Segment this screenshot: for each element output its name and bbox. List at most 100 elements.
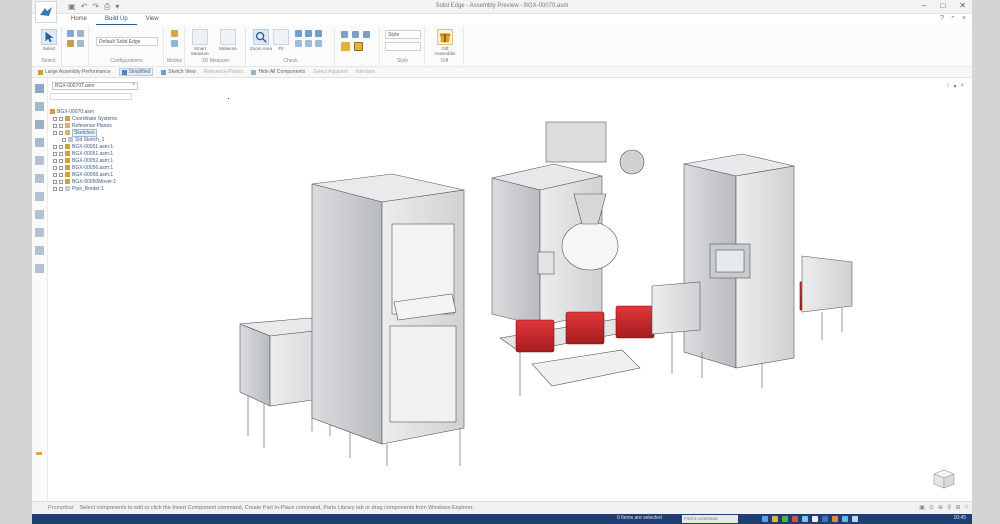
close-button[interactable]: ✕ [959, 1, 966, 10]
taskbar-app-icon[interactable] [832, 516, 838, 522]
visibility-checkbox[interactable] [59, 165, 63, 170]
expand-icon[interactable] [53, 165, 57, 170]
large-assembly-performance-button[interactable]: Large Assembly Performance [38, 69, 111, 75]
mode-icon[interactable] [171, 30, 178, 37]
tree-node-component[interactable]: BGX-00050Mover:1 [53, 178, 116, 185]
mode-icon-2[interactable] [171, 40, 178, 47]
visibility-checkbox[interactable] [59, 123, 63, 128]
shaded-edges-icon[interactable] [354, 42, 363, 51]
select-adjacent-button[interactable]: Select Adjacent [313, 69, 347, 75]
sketch-view-button[interactable]: Sketch View [161, 69, 196, 75]
taskbar-app-icon[interactable] [772, 516, 778, 522]
tool-icon-1[interactable] [67, 30, 74, 37]
tree-node-coordinate-systems[interactable]: Coordinate Systems [53, 115, 117, 122]
tab-view[interactable]: View [137, 15, 168, 25]
canvas-close-icon[interactable]: × [960, 83, 964, 90]
visibility-checkbox[interactable] [62, 137, 66, 142]
view-icon-3[interactable] [315, 40, 322, 47]
taskbar-app-icon[interactable] [812, 516, 818, 522]
fit-tool-icon[interactable]: ⊞ [955, 504, 960, 511]
interface-button[interactable]: Interface [356, 69, 375, 75]
expand-icon[interactable] [53, 158, 57, 163]
view-cube-icon[interactable] [930, 466, 958, 490]
split-icon[interactable]: ↕ [946, 83, 949, 90]
views-icon[interactable] [35, 228, 44, 237]
view-tool-icon-1[interactable]: ▣ [919, 504, 925, 511]
smart-measure-button[interactable] [192, 29, 208, 45]
taskbar-app-icon[interactable] [842, 516, 848, 522]
taskbar-app-icon[interactable] [782, 516, 788, 522]
tool-icon-2[interactable] [77, 30, 84, 37]
visibility-checkbox[interactable] [59, 186, 63, 191]
teamcenter-icon[interactable] [35, 210, 44, 219]
taskbar-app-icon[interactable] [822, 516, 828, 522]
expand-icon[interactable] [53, 123, 57, 128]
expand-icon[interactable] [53, 144, 57, 149]
tree-node-sketches[interactable]: Sketches [53, 128, 97, 137]
visibility-checkbox[interactable] [59, 158, 63, 163]
visibility-checkbox[interactable] [59, 172, 63, 177]
expand-icon[interactable] [53, 179, 57, 184]
view-front-icon[interactable] [352, 31, 359, 38]
tree-node-component[interactable]: BGX-00051.asm:1 [53, 143, 113, 150]
tree-node-root[interactable]: BGX-00070.asm [50, 108, 94, 115]
simplified-button[interactable]: Simplified [118, 68, 154, 76]
visibility-checkbox[interactable] [59, 130, 63, 135]
spin-icon[interactable] [315, 30, 322, 37]
hide-all-components-button[interactable]: Hide All Components [251, 69, 305, 75]
view-icon-1[interactable] [295, 40, 302, 47]
visibility-checkbox[interactable] [59, 116, 63, 121]
expand-icon[interactable] [53, 186, 57, 191]
minimize-button[interactable]: – [922, 1, 926, 10]
expand-icon[interactable] [53, 130, 57, 135]
tool-icon-4[interactable] [77, 40, 84, 47]
gift-assembler-button[interactable] [437, 29, 453, 45]
expand-icon[interactable] [53, 172, 57, 177]
feature-library-icon[interactable] [35, 156, 44, 165]
tree-node-component[interactable]: BGX-00058.asm:1 [53, 171, 113, 178]
pathfinder-search-input[interactable] [50, 93, 132, 100]
tree-node-component[interactable]: BGX-00052.asm:1 [53, 157, 113, 164]
style-combo[interactable]: Style [385, 30, 421, 39]
rotate-icon[interactable] [295, 30, 302, 37]
search-tool-icon[interactable]: ⚲ [947, 504, 951, 511]
pathfinder-tab[interactable]: BGX-00070T.asm × [52, 82, 138, 90]
tree-node-component[interactable]: Pipe_Border:1 [53, 185, 104, 192]
reference-planes-button[interactable]: Reference Planes [204, 69, 244, 75]
style-combo-2[interactable] [385, 42, 421, 51]
select-button[interactable] [41, 29, 57, 45]
canvas-dropdown-icon[interactable]: ▾ [953, 83, 956, 90]
tree-node-component[interactable]: BGX-00051.asm:1 [53, 150, 113, 157]
taskbar-app-icon[interactable] [762, 516, 768, 522]
tree-node-component[interactable]: BGX-00056.asm:1 [53, 164, 113, 171]
sensors-tab-icon[interactable] [35, 138, 44, 147]
help-icon[interactable]: ? [940, 15, 944, 23]
relationships-icon[interactable] [35, 174, 44, 183]
layers-tab-icon[interactable] [35, 102, 44, 111]
settings-tab-icon[interactable] [35, 264, 44, 273]
close-doc-icon[interactable]: × [962, 15, 966, 23]
zoom-tool-icon[interactable]: ⊕ [938, 504, 943, 511]
taskbar-app-icon[interactable] [852, 516, 858, 522]
visibility-checkbox[interactable] [59, 179, 63, 184]
expand-icon[interactable] [53, 151, 57, 156]
collapse-ribbon-icon[interactable]: ⌃ [950, 15, 956, 23]
view-top-icon[interactable] [363, 31, 370, 38]
fit-button[interactable] [273, 29, 289, 45]
configuration-combo[interactable]: Default Solid Edge [96, 37, 158, 46]
tab-build-up[interactable]: Build Up [96, 15, 137, 25]
expand-icon[interactable] [53, 116, 57, 121]
find-command-input[interactable]: Find a command [682, 515, 738, 523]
pathfinder-tab-icon[interactable] [35, 84, 44, 93]
zoom-area-button[interactable] [253, 29, 269, 45]
application-button[interactable] [35, 1, 57, 23]
family-icon[interactable] [35, 246, 44, 255]
tool-icon-3[interactable] [67, 40, 74, 47]
pathfinder-close-icon[interactable]: × [132, 82, 135, 88]
view-orient-icon[interactable] [341, 31, 348, 38]
tree-node-sketch-1[interactable]: Sld Sketch_1 [62, 136, 104, 143]
tab-home[interactable]: Home [62, 15, 96, 25]
visibility-checkbox[interactable] [59, 151, 63, 156]
home-view-icon[interactable]: ⌂ [964, 504, 968, 511]
view-tool-icon-2[interactable]: ⊙ [929, 504, 934, 511]
